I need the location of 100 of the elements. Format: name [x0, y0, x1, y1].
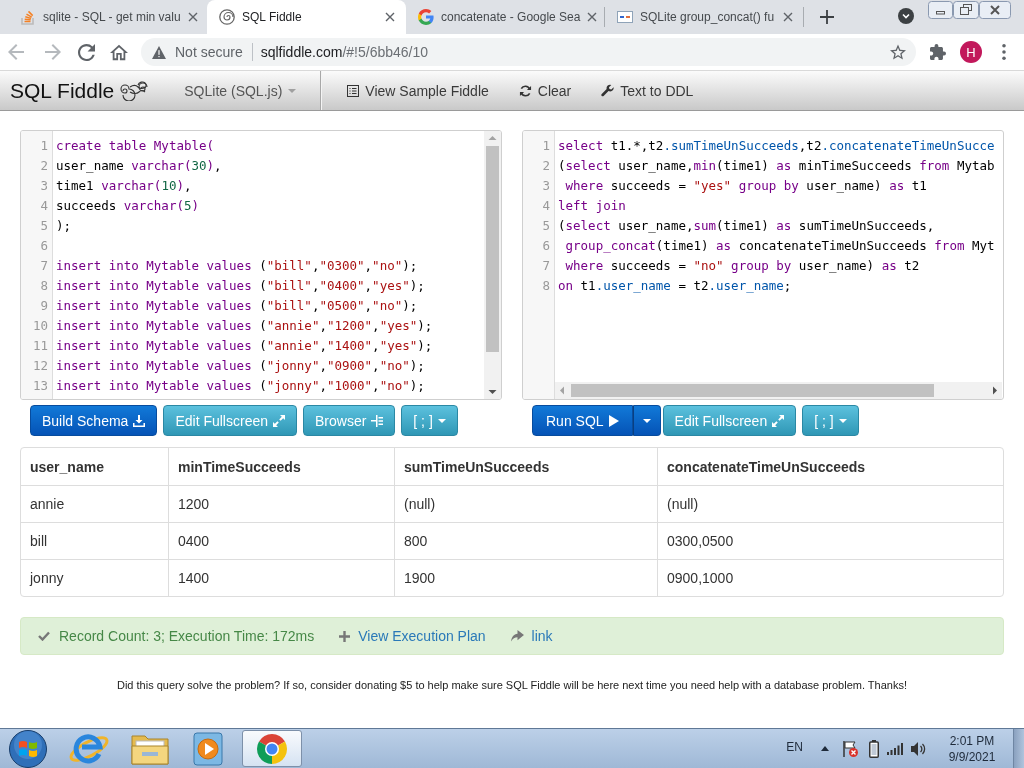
- code-line: insert into Mytable values ("jonny","1000","no");: [56, 377, 425, 393]
- horizontal-scrollbar[interactable]: [555, 382, 1002, 399]
- line-number: 1: [40, 137, 48, 153]
- close-icon[interactable]: [187, 12, 198, 22]
- caret-icon: [642, 418, 651, 423]
- close-icon[interactable]: [385, 12, 395, 22]
- line-number: 8: [542, 277, 550, 293]
- address-bar[interactable]: Not secure sqlfiddle.com/#!5/6bb46/10: [141, 38, 916, 66]
- download-icon: [133, 414, 146, 427]
- table-cell: 800: [394, 522, 657, 559]
- caret-icon: [838, 418, 847, 423]
- code-line: insert into Mytable values ("bill","0500","no");: [56, 297, 418, 313]
- code-line: user_name varchar(30),: [56, 157, 222, 173]
- code-line: insert into Mytable values ("bill","0400","yes");: [56, 277, 425, 293]
- table-cell: 0400: [168, 522, 394, 559]
- record-count-text: Record Count: 3; Execution Time: 172ms: [59, 628, 315, 644]
- taskbar-button[interactable]: [242, 730, 302, 767]
- table-cell: (null): [394, 485, 657, 522]
- tree-icon: [371, 414, 384, 427]
- spiral-icon: [219, 9, 235, 25]
- bookmark-star-icon[interactable]: [890, 44, 906, 60]
- code-line: insert into Mytable values ("annie","1400","yes");: [56, 337, 433, 353]
- code-line: where succeeds = "no" group by user_name) as t2: [564, 257, 920, 273]
- minimize-icon[interactable]: [928, 1, 953, 19]
- table-cell: 1200: [168, 485, 394, 522]
- line-number: 2: [40, 157, 48, 173]
- vertical-scrollbar[interactable]: [484, 131, 501, 399]
- close-icon[interactable]: [783, 12, 793, 22]
- clock-time[interactable]: 2:01 PM: [949, 732, 995, 749]
- donation-message: Did this query solve the problem? If so, consider donating $5 to help make sure SQL Fiddle will be here next time you need help with a database problem. Thanks!: [117, 679, 907, 691]
- close-window-icon[interactable]: [979, 1, 1011, 19]
- home-icon[interactable]: [110, 43, 128, 61]
- line-number: 5: [40, 217, 48, 233]
- line-number: 10: [32, 317, 48, 333]
- chevron-up-icon[interactable]: [821, 746, 829, 751]
- line-number: 4: [542, 197, 550, 213]
- start-orb-icon[interactable]: [8, 729, 48, 768]
- code-line: );: [56, 217, 72, 233]
- line-number: 6: [40, 237, 48, 253]
- site-title[interactable]: SQL Fiddle: [10, 78, 115, 103]
- nav-link[interactable]: Clear: [503, 82, 587, 99]
- dropdown-icon[interactable]: [898, 8, 914, 24]
- new-tab-icon[interactable]: [820, 10, 834, 24]
- code-editor[interactable]: [522, 130, 1004, 400]
- code-line: insert into Mytable values ("bill","0300","no");: [56, 257, 418, 273]
- table-cell: bill: [21, 522, 168, 559]
- puzzle-icon[interactable]: [930, 44, 946, 60]
- permalink-link[interactable]: link: [510, 628, 553, 644]
- security-label[interactable]: Not secure: [175, 44, 243, 60]
- code-line: group_concat(time1) as concatenateTimeUnSucceeds from Myt: [564, 237, 995, 253]
- stacked-trays-icon: [20, 9, 36, 25]
- line-number: 2: [542, 157, 550, 173]
- restore-icon[interactable]: [953, 1, 979, 19]
- nav-link[interactable]: View Sample Fiddle: [332, 82, 504, 99]
- profile-avatar[interactable]: H: [960, 41, 982, 63]
- close-icon[interactable]: [587, 12, 598, 22]
- wrench-icon: [601, 84, 615, 97]
- line-number: 3: [40, 177, 48, 193]
- run-sql-button[interactable]: Run SQL: [532, 405, 633, 436]
- table-cell: 1900: [394, 559, 657, 596]
- page-favicon-icon: [617, 11, 633, 23]
- line-number: 13: [32, 377, 48, 393]
- code-line: succeeds varchar(5): [56, 197, 199, 213]
- build-schema-button[interactable]: Build Schema: [30, 405, 158, 436]
- line-number: 6: [542, 237, 550, 253]
- nav-link[interactable]: Text to DDL: [586, 82, 709, 99]
- media-player-icon[interactable]: [190, 731, 226, 766]
- battery-icon[interactable]: [869, 739, 879, 758]
- menu-icon[interactable]: [1002, 44, 1006, 60]
- expand-arrows-icon: [273, 414, 285, 427]
- browser-tab[interactable]: SQL Fiddle: [207, 0, 406, 34]
- line-number: 12: [32, 357, 48, 373]
- play-icon: [608, 414, 619, 427]
- warning-icon: [152, 45, 166, 59]
- language-indicator[interactable]: EN: [786, 739, 803, 754]
- reload-icon[interactable]: [78, 43, 95, 61]
- table-cell: 0300,0500: [657, 522, 1003, 559]
- code-line: create table Mytable(: [56, 137, 215, 153]
- run-options-button[interactable]: [632, 405, 661, 436]
- g-logo-icon: [418, 9, 434, 25]
- line-number: 1: [542, 137, 550, 153]
- volume-icon[interactable]: [911, 741, 927, 756]
- refresh-icon: [518, 83, 532, 98]
- execution-plan-link[interactable]: View Execution Plan: [339, 628, 486, 644]
- signal-icon[interactable]: [887, 742, 904, 755]
- code-line: left join: [558, 197, 626, 213]
- code-editor[interactable]: [20, 130, 502, 400]
- line-number: 7: [542, 257, 550, 273]
- browser-tab[interactable]: sqlite - SQL - get min valu: [8, 0, 207, 34]
- line-number: 5: [542, 217, 550, 233]
- code-line: on t1.user_name = t2.user_name;: [558, 277, 792, 293]
- column-header: concatenateTimeUnSucceeds: [657, 448, 1003, 485]
- line-number: 8: [40, 277, 48, 293]
- caret-icon: [288, 88, 297, 93]
- database-dropdown[interactable]: SQLite (SQL.js): [184, 82, 297, 99]
- flag-icon[interactable]: [841, 739, 859, 758]
- table-cell: jonny: [21, 559, 168, 596]
- clock-date[interactable]: 9/9/2021: [948, 748, 996, 765]
- code-line: (select user_name,min(time1) as minTimeSucceeds from Mytab: [558, 157, 995, 173]
- table-cell: (null): [657, 485, 1003, 522]
